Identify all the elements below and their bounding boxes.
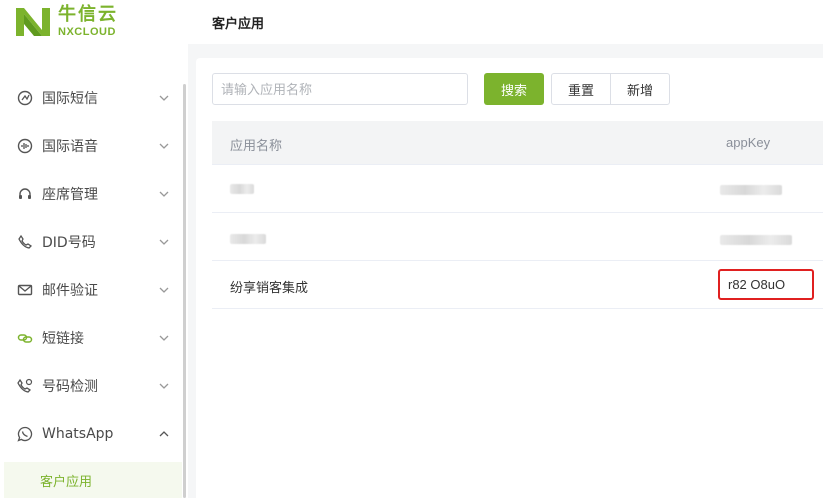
phone-icon	[16, 233, 34, 251]
sidebar-item-agents[interactable]: 座席管理	[0, 170, 184, 218]
table-row[interactable]	[212, 213, 823, 261]
whatsapp-icon	[16, 425, 34, 443]
sidebar-item-label: 国际语音	[42, 139, 98, 155]
link-icon	[16, 329, 34, 347]
sidebar-item-shortlink[interactable]: 短链接	[0, 314, 184, 362]
phone-check-icon	[16, 377, 34, 395]
sidebar-item-whatsapp[interactable]: WhatsApp	[0, 410, 184, 458]
sidebar-scrollbar[interactable]	[183, 84, 186, 498]
sidebar-item-did[interactable]: DID号码	[0, 218, 184, 266]
headset-icon	[16, 185, 34, 203]
sidebar-item-sms[interactable]: 国际短信	[0, 74, 184, 122]
search-button[interactable]: 搜索	[484, 73, 544, 105]
brand-logo[interactable]: 牛信云 NXCLOUD	[14, 4, 118, 40]
table-cell-appkey-redacted	[720, 233, 792, 248]
page-title: 客户应用	[212, 17, 265, 32]
table-cell-appkey-redacted	[720, 183, 782, 198]
highlight-annotation	[718, 269, 814, 300]
chevron-down-icon	[159, 95, 169, 101]
table-header: 应用名称 appKey	[212, 121, 823, 165]
sidebar-item-label: WhatsApp	[42, 426, 114, 442]
sidebar-item-label: 座席管理	[42, 187, 98, 203]
mail-icon	[16, 281, 34, 299]
chevron-down-icon	[159, 239, 169, 245]
table-cell-name-redacted	[230, 233, 266, 248]
sidebar-item-label: 号码检测	[42, 379, 98, 395]
voice-icon	[16, 137, 34, 155]
sidebar-item-label: 短链接	[42, 331, 84, 347]
chevron-down-icon	[159, 335, 169, 341]
chevron-down-icon	[159, 191, 169, 197]
brand-name-en: NXCLOUD	[58, 26, 116, 38]
table-cell-name: 纷享销客集成	[230, 281, 309, 296]
sidebar-menu: 国际短信 国际语音 座席管理 DID号码 邮件验证 短链接 号码检测 Whats…	[0, 74, 184, 458]
chevron-down-icon	[159, 383, 169, 389]
reset-button[interactable]: 重置	[551, 73, 611, 105]
apps-table: 应用名称 appKey 纷享销客集成 r82 O8uO	[212, 121, 823, 309]
sidebar-item-number-check[interactable]: 号码检测	[0, 362, 184, 410]
sidebar: 牛信云 NXCLOUD 国际短信 国际语音 座席管理 DID号码 邮件验证 短链…	[0, 0, 188, 498]
add-button[interactable]: 新增	[610, 73, 670, 105]
sms-icon	[16, 89, 34, 107]
sidebar-item-label: DID号码	[42, 235, 96, 251]
chevron-up-icon	[159, 431, 169, 437]
table-cell-name-redacted	[230, 183, 254, 198]
brand-name-cn: 牛信云	[58, 4, 118, 25]
top-bar: 客户应用	[188, 0, 823, 44]
table-row[interactable]	[212, 165, 823, 213]
logo-icon	[14, 6, 52, 38]
table-row[interactable]: 纷享销客集成 r82 O8uO	[212, 261, 823, 309]
sidebar-item-email[interactable]: 邮件验证	[0, 266, 184, 314]
chevron-down-icon	[159, 287, 169, 293]
sidebar-item-label: 邮件验证	[42, 283, 98, 299]
sidebar-subitem-customer-apps[interactable]: 客户应用	[4, 462, 182, 498]
sidebar-item-voice[interactable]: 国际语音	[0, 122, 184, 170]
main-content: 搜索 重置 新增 应用名称 appKey 纷享销客集成 r82 O8uO	[196, 58, 823, 498]
column-header-name: 应用名称	[230, 139, 283, 154]
column-header-appkey: appKey	[726, 135, 771, 150]
search-input[interactable]	[212, 73, 468, 105]
chevron-down-icon	[159, 143, 169, 149]
sidebar-item-label: 国际短信	[42, 91, 98, 107]
